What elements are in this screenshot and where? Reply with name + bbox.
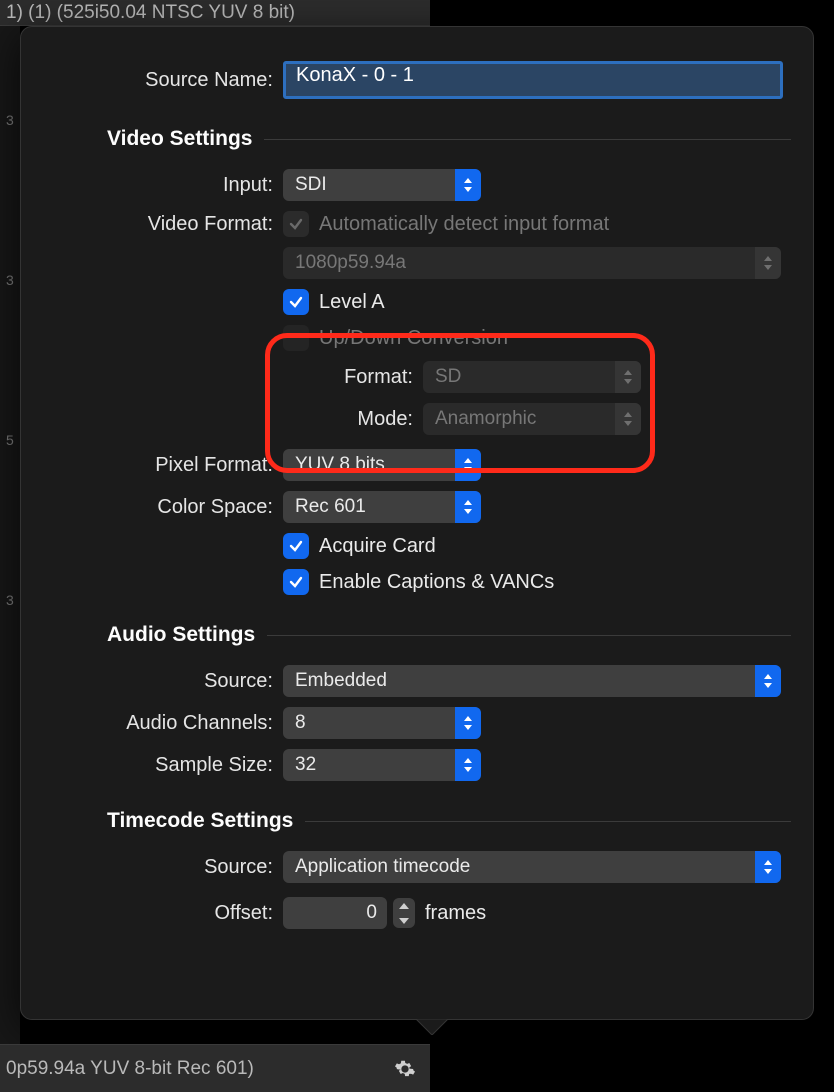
audio-source-value: Embedded [295, 670, 387, 692]
level-a-checkbox[interactable] [283, 289, 309, 315]
conv-format-label: Format: [51, 366, 423, 389]
source-name-label: Source Name: [51, 69, 283, 92]
source-name-value: KonaX - 0 - 1 [296, 64, 414, 86]
background-footer: 0p59.94a YUV 8-bit Rec 601) [0, 1044, 430, 1092]
video-format-label: Video Format: [51, 213, 283, 236]
captions-checkbox[interactable] [283, 569, 309, 595]
acquire-card-checkbox[interactable] [283, 533, 309, 559]
pixel-format-label: Pixel Format: [51, 454, 283, 477]
updown-arrows-icon [755, 247, 781, 279]
offset-stepper[interactable] [393, 898, 415, 928]
updown-arrows-icon [615, 361, 641, 393]
updown-conversion-checkbox[interactable] [283, 325, 309, 351]
video-settings-header: Video Settings [51, 127, 791, 151]
timecode-settings-title: Timecode Settings [51, 809, 305, 833]
color-space-label: Color Space: [51, 496, 283, 519]
video-format-value: 1080p59.94a [295, 252, 406, 274]
audio-channels-select[interactable]: 8 [283, 707, 481, 739]
input-value: SDI [295, 174, 327, 196]
audio-settings-title: Audio Settings [51, 623, 267, 647]
tc-source-value: Application timecode [295, 856, 470, 878]
updown-arrows-icon [455, 707, 481, 739]
divider [264, 139, 791, 140]
input-select[interactable]: SDI [283, 169, 481, 201]
settings-popover: Source Name: KonaX - 0 - 1 Video Setting… [20, 26, 814, 1020]
updown-arrows-icon [615, 403, 641, 435]
captions-label: Enable Captions & VANCs [319, 571, 554, 594]
source-name-input[interactable]: KonaX - 0 - 1 [283, 61, 783, 99]
audio-source-select[interactable]: Embedded [283, 665, 781, 697]
timecode-settings-header: Timecode Settings [51, 809, 791, 833]
sample-size-label: Sample Size: [51, 754, 283, 777]
divider [267, 635, 791, 636]
sample-size-value: 32 [295, 754, 316, 776]
conv-format-select: SD [423, 361, 641, 393]
input-label: Input: [51, 174, 283, 197]
side-tick: 3 [6, 112, 14, 128]
sample-size-select[interactable]: 32 [283, 749, 481, 781]
video-format-select: 1080p59.94a [283, 247, 781, 279]
acquire-card-label: Acquire Card [319, 535, 436, 558]
offset-label: Offset: [51, 902, 283, 925]
updown-arrows-icon [755, 851, 781, 883]
color-space-value: Rec 601 [295, 496, 366, 518]
auto-detect-label: Automatically detect input format [319, 213, 609, 236]
conv-format-value: SD [435, 366, 461, 388]
divider [305, 821, 791, 822]
conv-mode-label: Mode: [51, 408, 423, 431]
tc-source-select[interactable]: Application timecode [283, 851, 781, 883]
audio-channels-value: 8 [295, 712, 306, 734]
level-a-label: Level A [319, 291, 385, 314]
background-titlebar: 1) (1) (525i50.04 NTSC YUV 8 bit) [0, 0, 430, 26]
updown-arrows-icon [455, 169, 481, 201]
color-space-select[interactable]: Rec 601 [283, 491, 481, 523]
updown-arrows-icon [755, 665, 781, 697]
conv-mode-value: Anamorphic [435, 408, 536, 430]
pixel-format-value: YUV 8 bits [295, 454, 385, 476]
tc-source-label: Source: [51, 856, 283, 879]
updown-arrows-icon [455, 749, 481, 781]
background-titlebar-text: 1) (1) (525i50.04 NTSC YUV 8 bit) [6, 2, 295, 24]
auto-detect-checkbox[interactable] [283, 211, 309, 237]
background-sidebar: 3 3 5 3 [0, 26, 20, 1044]
offset-value: 0 [366, 902, 377, 924]
side-tick: 3 [6, 272, 14, 288]
gear-icon[interactable] [394, 1058, 416, 1080]
updown-arrows-icon [455, 449, 481, 481]
offset-unit: frames [425, 902, 486, 925]
offset-input[interactable]: 0 [283, 897, 387, 929]
pixel-format-select[interactable]: YUV 8 bits [283, 449, 481, 481]
side-tick: 5 [6, 432, 14, 448]
audio-source-label: Source: [51, 670, 283, 693]
audio-settings-header: Audio Settings [51, 623, 791, 647]
footer-text: 0p59.94a YUV 8-bit Rec 601) [6, 1058, 254, 1080]
side-tick: 3 [6, 592, 14, 608]
conv-mode-select: Anamorphic [423, 403, 641, 435]
video-settings-title: Video Settings [51, 127, 264, 151]
popover-arrow [416, 1019, 448, 1035]
stepper-up-icon[interactable] [393, 898, 415, 913]
updown-arrows-icon [455, 491, 481, 523]
updown-conversion-label: Up/Down Conversion [319, 327, 508, 350]
stepper-down-icon[interactable] [393, 913, 415, 928]
audio-channels-label: Audio Channels: [51, 712, 283, 735]
